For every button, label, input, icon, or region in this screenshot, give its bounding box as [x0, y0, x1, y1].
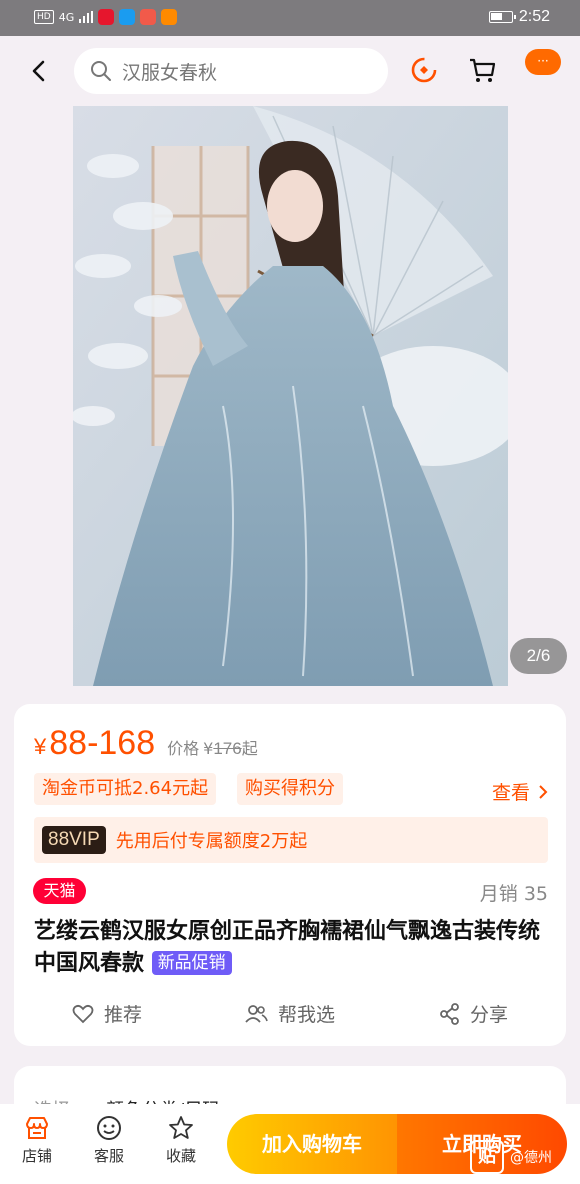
- monthly-sales: 月销 35: [479, 883, 548, 905]
- vip-banner[interactable]: 88VIP 先用后付专属额度2万起: [34, 817, 548, 863]
- store-label: 店铺: [21, 1147, 52, 1165]
- refresh-icon[interactable]: [408, 54, 440, 86]
- search-input[interactable]: 汉服女春秋: [74, 48, 388, 94]
- recommend-button[interactable]: 推荐: [72, 1000, 142, 1027]
- tmall-badge: 天猫: [33, 878, 86, 904]
- product-title-text: 艺缕云鹤汉服女原创正品齐胸襦裙仙气飘逸古装传统中国风春款: [34, 919, 541, 976]
- original-price-currency: ¥: [203, 739, 214, 758]
- product-info-card: ¥ 88-168 价格 ¥ 176 起 淘金币可抵2.64元起 购买得积分 查看…: [14, 704, 566, 1046]
- original-price-value: 176: [213, 739, 242, 758]
- product-image[interactable]: [73, 106, 508, 686]
- vip-badge: 88VIP: [42, 826, 106, 854]
- search-icon: [91, 61, 111, 81]
- battery-icon: [488, 11, 516, 23]
- share-icon: [440, 1002, 459, 1025]
- service-label: 客服: [93, 1147, 124, 1165]
- add-to-cart-button[interactable]: 加入购物车: [227, 1114, 397, 1174]
- see-promos-label: 查看: [491, 782, 530, 804]
- hd-indicator: HD: [34, 10, 54, 24]
- clock: 2:52: [518, 8, 550, 25]
- price-currency: ¥: [34, 734, 47, 759]
- store-button[interactable]: 店铺: [12, 1114, 62, 1166]
- see-promos-link[interactable]: 查看: [492, 778, 548, 805]
- image-counter: 2/6: [510, 638, 567, 674]
- network-indicator: 4G: [58, 10, 75, 24]
- original-price-suffix: 起: [241, 739, 258, 758]
- coin-discount-tag[interactable]: 淘金币可抵2.64元起: [34, 773, 217, 805]
- points-tag[interactable]: 购买得积分: [237, 773, 343, 805]
- vip-text: 先用后付专属额度2万起: [115, 831, 308, 852]
- heart-icon: [72, 1004, 94, 1023]
- original-price-label: 价格: [167, 739, 200, 758]
- favorite-label: 收藏: [165, 1147, 196, 1165]
- product-title: 艺缕云鹤汉服女原创正品齐胸襦裙仙气飘逸古装传统中国风春款 新品促销: [34, 916, 550, 980]
- store-icon: [26, 1117, 48, 1139]
- signal-icon: [79, 11, 94, 23]
- share-label: 分享: [470, 1004, 509, 1026]
- cart-icon[interactable]: [466, 54, 498, 86]
- price-value: 88-168: [49, 724, 156, 762]
- help-choose-label: 帮我选: [278, 1004, 336, 1026]
- watermark-text: @德州: [510, 1150, 552, 1166]
- watermark-logo: 贴: [470, 1140, 504, 1174]
- action-row: 推荐 帮我选 分享: [14, 1000, 566, 1030]
- more-button[interactable]: ···: [525, 49, 561, 75]
- weibo-app-icon: [98, 9, 115, 25]
- watermark: 贴 @德州: [470, 1140, 552, 1174]
- video-app-icon: [161, 9, 178, 25]
- top-nav: 汉服女春秋 ···: [0, 36, 580, 106]
- search-query: 汉服女春秋: [122, 61, 218, 84]
- service-button[interactable]: 客服: [84, 1114, 134, 1166]
- chevron-right-icon: [539, 784, 548, 799]
- product-photo: [73, 106, 508, 686]
- price-row: ¥ 88-168 价格 ¥ 176 起: [34, 724, 258, 763]
- help-choose-button[interactable]: 帮我选: [244, 1000, 335, 1027]
- star-icon: [169, 1116, 193, 1139]
- app-notification-icon: [119, 9, 136, 25]
- new-promo-badge: 新品促销: [151, 951, 232, 975]
- service-icon: [97, 1116, 121, 1140]
- reader-app-icon: [140, 9, 157, 25]
- people-icon: [245, 1004, 268, 1023]
- status-bar: HD 4G 2:52: [0, 0, 580, 36]
- favorite-button[interactable]: 收藏: [156, 1114, 206, 1166]
- recommend-label: 推荐: [104, 1004, 143, 1026]
- back-icon[interactable]: [22, 54, 56, 88]
- share-button[interactable]: 分享: [440, 1000, 508, 1027]
